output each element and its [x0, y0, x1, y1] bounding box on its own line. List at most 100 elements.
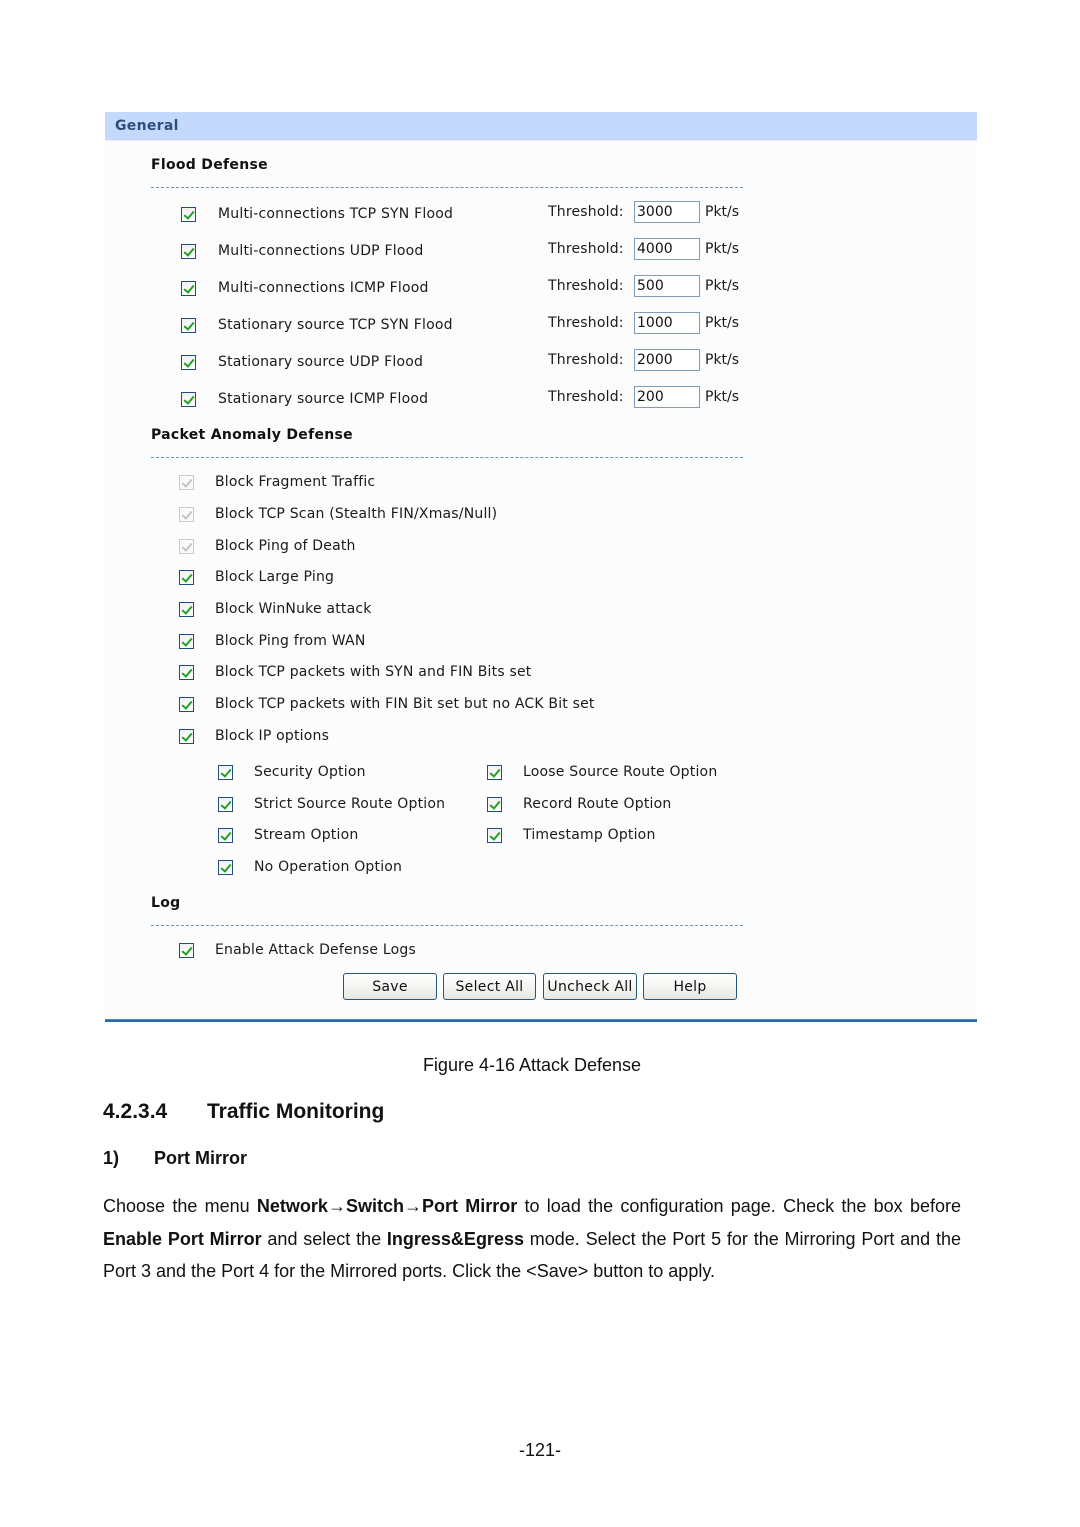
- threshold-unit: Pkt/s: [705, 315, 740, 331]
- ip-option-label: No Operation Option: [254, 859, 403, 875]
- anomaly-item-ip-options[interactable]: Block IP options: [179, 725, 329, 747]
- flood-item-label: Multi-connections UDP Flood: [218, 243, 424, 259]
- checkbox-icon[interactable]: [181, 354, 196, 370]
- threshold-label: Threshold:: [548, 204, 624, 220]
- ip-option-label: Loose Source Route Option: [523, 764, 718, 780]
- checkbox-icon[interactable]: [179, 696, 194, 712]
- select-all-button[interactable]: Select All: [443, 973, 536, 1000]
- ip-option-label: Record Route Option: [523, 796, 672, 812]
- anomaly-item-winnuke[interactable]: Block WinNuke attack: [179, 598, 372, 620]
- threshold-label: Threshold:: [548, 315, 624, 331]
- checkbox-icon[interactable]: [218, 764, 233, 780]
- panel-header: General: [105, 112, 977, 141]
- attack-defense-panel: General Flood Defense Multi-connections …: [105, 112, 977, 1022]
- ip-option-timestamp[interactable]: Timestamp Option: [487, 824, 656, 846]
- checkbox-icon[interactable]: [181, 206, 196, 222]
- anomaly-item-fragment[interactable]: Block Fragment Traffic: [179, 471, 375, 493]
- threshold-unit: Pkt/s: [705, 204, 740, 220]
- threshold-input-icmp[interactable]: [634, 275, 700, 297]
- help-button[interactable]: Help: [643, 973, 737, 1000]
- paragraph-text: Choose the menu: [103, 1196, 257, 1216]
- anomaly-item-label: Block TCP packets with FIN Bit set but n…: [215, 696, 595, 712]
- threshold-input-stationary-icmp[interactable]: [634, 386, 700, 408]
- flood-item-udp[interactable]: Multi-connections UDP Flood: [181, 240, 423, 262]
- log-title: Log: [151, 895, 181, 911]
- flood-item-label: Multi-connections ICMP Flood: [218, 280, 429, 296]
- ip-option-security[interactable]: Security Option: [218, 761, 366, 783]
- checkbox-icon[interactable]: [179, 728, 194, 744]
- section-number: 4.2.3.4: [103, 1100, 168, 1123]
- anomaly-item-ping-from-wan[interactable]: Block Ping from WAN: [179, 630, 366, 652]
- checkbox-icon[interactable]: [181, 280, 196, 296]
- threshold-unit: Pkt/s: [705, 352, 740, 368]
- ingress-egress-term: Ingress&Egress: [386, 1228, 524, 1249]
- checkbox-icon[interactable]: [218, 827, 233, 843]
- flood-item-stationary-tcp-syn[interactable]: Stationary source TCP SYN Flood: [181, 314, 453, 336]
- ip-option-no-operation[interactable]: No Operation Option: [218, 856, 402, 878]
- ip-option-label: Security Option: [254, 764, 366, 780]
- anomaly-item-label: Block TCP packets with SYN and FIN Bits …: [215, 664, 532, 680]
- flood-defense-title: Flood Defense: [151, 157, 268, 173]
- anomaly-item-tcp-scan[interactable]: Block TCP Scan (Stealth FIN/Xmas/Null): [179, 503, 497, 525]
- panel-bottom-border: [105, 1019, 977, 1022]
- packet-anomaly-title: Packet Anomaly Defense: [151, 427, 353, 443]
- checkbox-icon: [179, 474, 194, 490]
- paragraph-text: to load the configuration page. Check th…: [517, 1196, 962, 1216]
- anomaly-item-fin-no-ack[interactable]: Block TCP packets with FIN Bit set but n…: [179, 693, 595, 715]
- anomaly-item-label: Block Ping of Death: [215, 538, 356, 554]
- anomaly-item-label: Block Fragment Traffic: [215, 474, 376, 490]
- body-paragraph: Choose the menu Network→Switch→Port Mirr…: [103, 1190, 961, 1288]
- anomaly-item-label: Block TCP Scan (Stealth FIN/Xmas/Null): [215, 506, 498, 522]
- ip-option-label: Stream Option: [254, 827, 359, 843]
- anomaly-item-label: Block Ping from WAN: [215, 633, 366, 649]
- threshold-input-stationary-udp[interactable]: [634, 349, 700, 371]
- flood-item-label: Multi-connections TCP SYN Flood: [218, 206, 454, 222]
- checkbox-icon[interactable]: [218, 796, 233, 812]
- anomaly-item-label: Block IP options: [215, 728, 330, 744]
- threshold-input-tcp-syn[interactable]: [634, 201, 700, 223]
- save-button[interactable]: Save: [343, 973, 437, 1000]
- checkbox-icon: [179, 506, 194, 522]
- checkbox-icon[interactable]: [179, 633, 194, 649]
- subsection-title: Port Mirror: [154, 1148, 248, 1168]
- section-divider: [151, 457, 743, 458]
- subsection-number: 1): [103, 1148, 120, 1168]
- threshold-unit: Pkt/s: [705, 278, 740, 294]
- flood-item-icmp[interactable]: Multi-connections ICMP Flood: [181, 277, 429, 299]
- anomaly-item-label: Block Large Ping: [215, 569, 335, 585]
- checkbox-icon[interactable]: [179, 942, 194, 958]
- threshold-input-stationary-tcp-syn[interactable]: [634, 312, 700, 334]
- checkbox-icon[interactable]: [181, 391, 196, 407]
- checkbox-icon[interactable]: [487, 796, 502, 812]
- ip-option-record-route[interactable]: Record Route Option: [487, 793, 671, 815]
- ip-option-stream[interactable]: Stream Option: [218, 824, 358, 846]
- uncheck-all-button[interactable]: Uncheck All: [543, 973, 637, 1000]
- anomaly-item-large-ping[interactable]: Block Large Ping: [179, 566, 334, 588]
- threshold-input-udp[interactable]: [634, 238, 700, 260]
- flood-item-stationary-udp[interactable]: Stationary source UDP Flood: [181, 351, 423, 373]
- checkbox-icon[interactable]: [181, 243, 196, 259]
- threshold-label: Threshold:: [548, 389, 624, 405]
- checkbox-icon[interactable]: [218, 859, 233, 875]
- anomaly-item-ping-of-death[interactable]: Block Ping of Death: [179, 535, 356, 557]
- section-heading: 4.2.3.4 Traffic Monitoring: [103, 1100, 384, 1124]
- checkbox-icon[interactable]: [181, 317, 196, 333]
- checkbox-icon[interactable]: [487, 764, 502, 780]
- checkbox-icon[interactable]: [179, 664, 194, 680]
- flood-item-label: Stationary source ICMP Flood: [218, 391, 429, 407]
- menu-path: Network→Switch→Port Mirror: [256, 1196, 518, 1216]
- anomaly-item-label: Block WinNuke attack: [215, 601, 372, 617]
- anomaly-item-syn-fin[interactable]: Block TCP packets with SYN and FIN Bits …: [179, 661, 531, 683]
- checkbox-icon[interactable]: [179, 569, 194, 585]
- page-number: -121-: [518, 1440, 562, 1460]
- panel-header-title: General: [115, 118, 179, 134]
- log-enable-item[interactable]: Enable Attack Defense Logs: [179, 939, 416, 961]
- checkbox-icon[interactable]: [487, 827, 502, 843]
- flood-item-tcp-syn[interactable]: Multi-connections TCP SYN Flood: [181, 203, 453, 225]
- ip-option-strict-source-route[interactable]: Strict Source Route Option: [218, 793, 445, 815]
- ip-option-loose-source-route[interactable]: Loose Source Route Option: [487, 761, 717, 783]
- checkbox-icon[interactable]: [179, 601, 194, 617]
- section-divider: [151, 187, 743, 188]
- checkbox-icon: [179, 538, 194, 554]
- flood-item-stationary-icmp[interactable]: Stationary source ICMP Flood: [181, 388, 428, 410]
